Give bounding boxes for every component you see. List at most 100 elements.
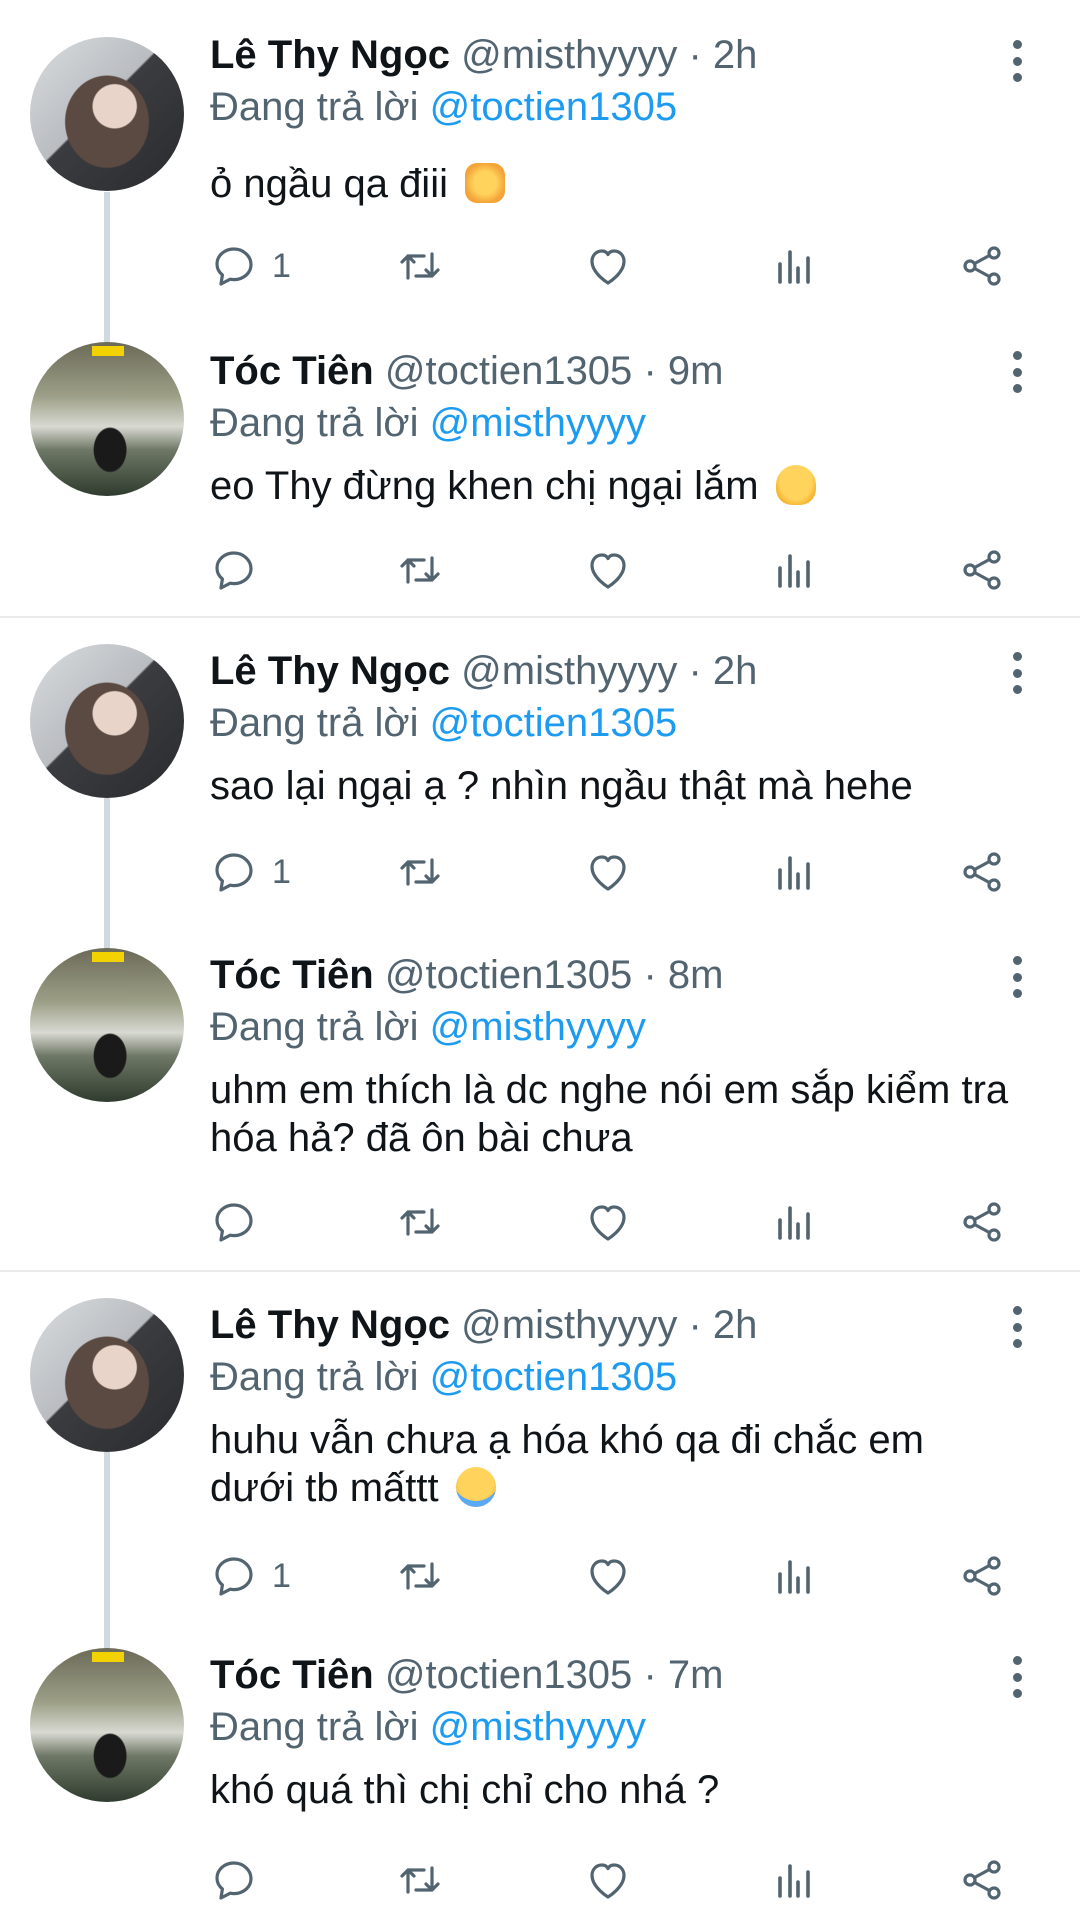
author-handle[interactable]: @misthyyyy <box>461 33 677 77</box>
reply-count: 1 <box>272 246 291 285</box>
retweet-icon <box>400 1562 440 1590</box>
views-button[interactable] <box>770 1546 818 1606</box>
views-button[interactable] <box>770 1192 818 1252</box>
mention-link[interactable]: @toctien1305 <box>430 1355 677 1399</box>
mention-link[interactable]: @misthyyyy <box>430 1705 646 1749</box>
mention-link[interactable]: @toctien1305 <box>430 701 677 745</box>
author-name[interactable]: Tóc Tiên <box>210 953 374 997</box>
share-icon <box>963 852 1001 892</box>
tweet-text-content: huhu vẫn chưa ạ hóa khó qa đi chắc em dư… <box>210 1418 924 1510</box>
retweet-icon <box>400 858 440 886</box>
avatar[interactable] <box>30 1298 184 1452</box>
retweet-icon <box>400 1866 440 1894</box>
reply-button[interactable]: 1 <box>210 236 291 296</box>
more-options-icon[interactable] <box>1000 652 1034 694</box>
tweet-text-content: ỏ ngầu qa điii <box>210 162 448 206</box>
like-button[interactable] <box>584 540 632 600</box>
tweet-header: Lê Thy Ngọc @misthyyyy · 2h <box>210 648 757 694</box>
reply-button[interactable]: 1 <box>210 1546 291 1606</box>
author-handle[interactable]: @toctien1305 <box>385 349 632 393</box>
author-name[interactable]: Tóc Tiên <box>210 1653 374 1697</box>
more-options-icon[interactable] <box>1000 956 1034 998</box>
like-button[interactable] <box>584 1546 632 1606</box>
reply-button[interactable] <box>210 1850 272 1910</box>
tweet-text-content: eo Thy đừng khen chị ngại lắm <box>210 464 759 508</box>
author-handle[interactable]: @toctien1305 <box>385 953 632 997</box>
retweet-button[interactable] <box>396 1546 444 1606</box>
retweet-button[interactable] <box>396 842 444 902</box>
retweet-button[interactable] <box>396 1850 444 1910</box>
reply-icon <box>215 1557 253 1596</box>
replying-to: Đang trả lời @misthyyyy <box>210 1004 646 1050</box>
avatar[interactable] <box>30 948 184 1102</box>
reply-count: 1 <box>272 1556 291 1595</box>
like-button[interactable] <box>584 842 632 902</box>
avatar[interactable] <box>30 644 184 798</box>
heart-hands-emoji <box>465 163 506 203</box>
share-button[interactable] <box>958 1850 1006 1910</box>
reply-icon <box>215 247 253 286</box>
tweet-text-content: uhm em thích là dc nghe nói em sắp kiểm … <box>210 1068 1009 1160</box>
more-options-icon[interactable] <box>1000 1306 1034 1348</box>
separator: · <box>643 1653 657 1697</box>
views-icon <box>778 250 810 284</box>
avatar[interactable] <box>30 37 184 191</box>
separator: · <box>643 349 657 393</box>
mention-link[interactable]: @misthyyyy <box>430 401 646 445</box>
more-options-icon[interactable] <box>1000 1656 1034 1698</box>
views-button[interactable] <box>770 540 818 600</box>
reply-button[interactable] <box>210 540 272 600</box>
like-icon <box>590 1863 626 1899</box>
more-options-icon[interactable] <box>1000 40 1034 82</box>
views-button[interactable] <box>770 842 818 902</box>
share-button[interactable] <box>958 236 1006 296</box>
views-icon <box>778 1560 810 1594</box>
views-icon <box>778 1864 810 1898</box>
retweet-icon <box>400 556 440 584</box>
avatar[interactable] <box>30 342 184 496</box>
share-button[interactable] <box>958 1546 1006 1606</box>
author-handle[interactable]: @misthyyyy <box>461 1303 677 1347</box>
views-button[interactable] <box>770 1850 818 1910</box>
replying-to-label: Đang trả lời <box>210 701 419 745</box>
timestamp[interactable]: 2h <box>713 1303 758 1347</box>
timestamp[interactable]: 2h <box>713 649 758 693</box>
tweet-header: Tóc Tiên @toctien1305 · 8m <box>210 952 723 998</box>
author-handle[interactable]: @toctien1305 <box>385 1653 632 1697</box>
timestamp[interactable]: 9m <box>668 349 724 393</box>
timestamp[interactable]: 2h <box>713 33 758 77</box>
share-icon <box>963 1202 1001 1242</box>
tweet-text-content: khó quá thì chị chỉ cho nhá ? <box>210 1768 720 1812</box>
tweet-text: khó quá thì chị chỉ cho nhá ? <box>210 1766 1010 1814</box>
retweet-button[interactable] <box>396 540 444 600</box>
tweet-text: uhm em thích là dc nghe nói em sắp kiểm … <box>210 1066 1010 1162</box>
share-button[interactable] <box>958 540 1006 600</box>
retweet-button[interactable] <box>396 1192 444 1252</box>
like-button[interactable] <box>584 1850 632 1910</box>
author-name[interactable]: Lê Thy Ngọc <box>210 33 450 77</box>
separator: · <box>688 33 702 77</box>
like-button[interactable] <box>584 1192 632 1252</box>
timestamp[interactable]: 8m <box>668 953 724 997</box>
timestamp[interactable]: 7m <box>668 1653 724 1697</box>
more-options-icon[interactable] <box>1000 351 1034 393</box>
tweet-header: Tóc Tiên @toctien1305 · 9m <box>210 348 723 394</box>
reply-button[interactable] <box>210 1192 272 1252</box>
author-name[interactable]: Lê Thy Ngọc <box>210 649 450 693</box>
author-name[interactable]: Lê Thy Ngọc <box>210 1303 450 1347</box>
avatar[interactable] <box>30 1648 184 1802</box>
tweet-text: huhu vẫn chưa ạ hóa khó qa đi chắc em dư… <box>210 1416 1010 1512</box>
retweet-button[interactable] <box>396 236 444 296</box>
share-button[interactable] <box>958 1192 1006 1252</box>
like-icon <box>590 1205 626 1241</box>
views-button[interactable] <box>770 236 818 296</box>
tweet-action-bar <box>0 540 1080 600</box>
share-button[interactable] <box>958 842 1006 902</box>
reply-button[interactable]: 1 <box>210 842 291 902</box>
like-button[interactable] <box>584 236 632 296</box>
author-handle[interactable]: @misthyyyy <box>461 649 677 693</box>
author-name[interactable]: Tóc Tiên <box>210 349 374 393</box>
conversation-divider <box>0 1270 1080 1272</box>
mention-link[interactable]: @misthyyyy <box>430 1005 646 1049</box>
mention-link[interactable]: @toctien1305 <box>430 85 677 129</box>
